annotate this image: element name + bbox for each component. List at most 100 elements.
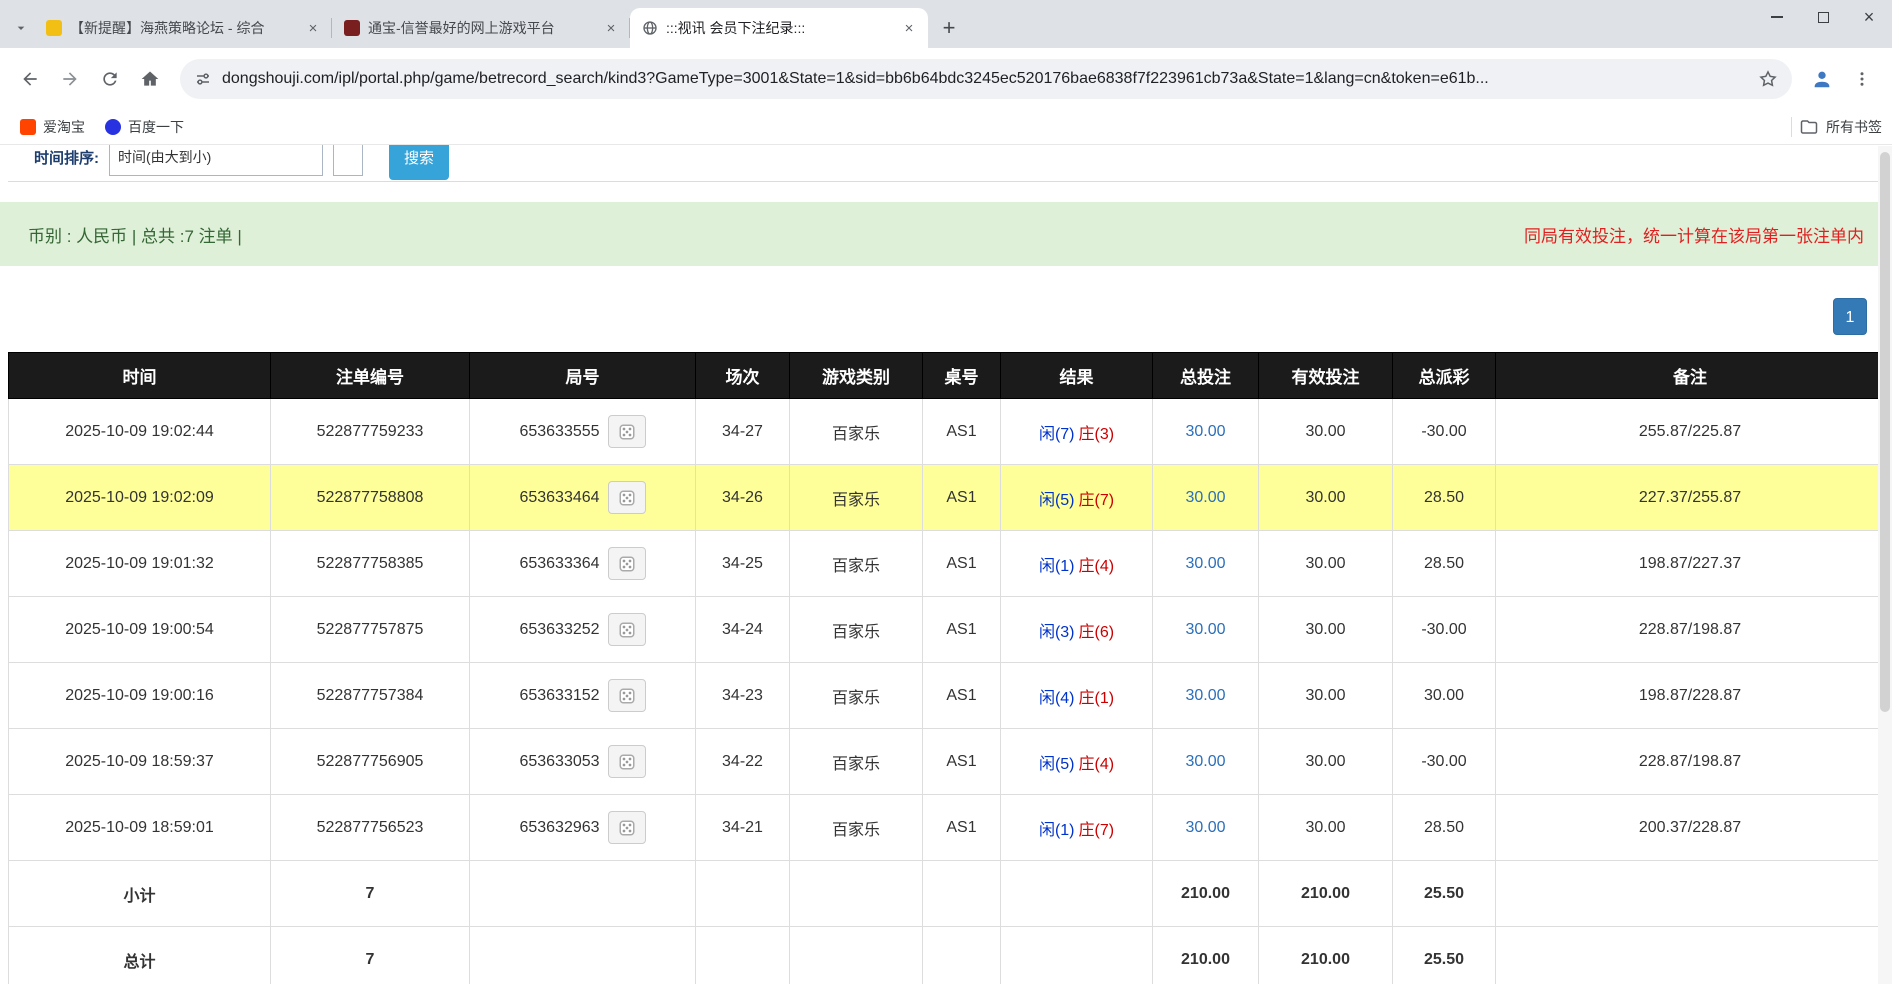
cell-time: 2025-10-09 19:02:44: [9, 399, 271, 465]
game-result-icon[interactable]: [608, 415, 646, 448]
pagination: 1: [0, 298, 1892, 336]
bookmark-star-icon[interactable]: [1758, 69, 1778, 89]
total-bet-link[interactable]: 30.00: [1185, 819, 1225, 836]
col-result: 结果: [1001, 353, 1153, 399]
summary-bar: 币别 : 人民币 | 总共 :7 注单 | 同局有效投注，统一计算在该局第一张注…: [0, 202, 1892, 266]
col-time: 时间: [9, 353, 271, 399]
site-info-icon[interactable]: [194, 70, 212, 88]
minimize-icon[interactable]: [1754, 0, 1800, 34]
col-game-type: 游戏类别: [790, 353, 923, 399]
reload-icon[interactable]: [90, 59, 130, 99]
new-tab-button[interactable]: +: [934, 13, 964, 43]
cell-total-bet: 30.00: [1153, 597, 1259, 663]
cell-table-no: AS1: [923, 795, 1001, 861]
col-payout: 总派彩: [1393, 353, 1496, 399]
table-row: 2025-10-09 18:59:01 522877756523 6536329…: [9, 795, 1885, 861]
page-1-button[interactable]: 1: [1833, 298, 1867, 335]
cell-note: 200.37/228.87: [1496, 795, 1885, 861]
bookmarks-divider: [1791, 117, 1792, 137]
all-bookmarks[interactable]: 所有书签: [1791, 117, 1882, 137]
subtotal-count: 7: [271, 861, 470, 927]
scrollbar-thumb[interactable]: [1880, 152, 1890, 712]
cell-game-type: 百家乐: [790, 663, 923, 729]
tab-bet-records[interactable]: :::视讯 会员下注纪录::: ×: [630, 8, 928, 48]
total-bet-link[interactable]: 30.00: [1185, 621, 1225, 638]
search-button[interactable]: 搜索: [389, 145, 449, 180]
cell-table-no: AS1: [923, 663, 1001, 729]
tab-tongbao[interactable]: 通宝-信誉最好的网上游戏平台 ×: [332, 8, 630, 48]
tab-close-icon[interactable]: ×: [900, 19, 918, 37]
table-row: 2025-10-09 19:00:16 522877757384 6536331…: [9, 663, 1885, 729]
cell-bet-id: 522877758385: [271, 531, 470, 597]
cell-round-id: 653633364: [470, 531, 696, 597]
forward-icon[interactable]: [50, 59, 90, 99]
profile-icon[interactable]: [1802, 59, 1842, 99]
cell-result: 闲(5)庄(4): [1001, 729, 1153, 795]
total-count: 7: [271, 927, 470, 984]
cell-round-id: 653633555: [470, 399, 696, 465]
cell-session: 34-23: [696, 663, 790, 729]
cell-note: 228.87/198.87: [1496, 597, 1885, 663]
col-session: 场次: [696, 353, 790, 399]
all-bookmarks-label: 所有书签: [1826, 117, 1882, 137]
cell-note: 198.87/227.37: [1496, 531, 1885, 597]
cell-table-no: AS1: [923, 531, 1001, 597]
game-result-icon[interactable]: [608, 745, 646, 778]
game-result-icon[interactable]: [608, 481, 646, 514]
tab-forum[interactable]: 【新提醒】海燕策略论坛 - 综合 ×: [34, 8, 332, 48]
cell-total-bet: 30.00: [1153, 795, 1259, 861]
page-scrollbar[interactable]: [1878, 146, 1892, 984]
total-bet-link[interactable]: 30.00: [1185, 423, 1225, 440]
total-bet-link[interactable]: 30.00: [1185, 555, 1225, 572]
table-row: 2025-10-09 19:02:44 522877759233 6536335…: [9, 399, 1885, 465]
maximize-icon[interactable]: [1800, 0, 1846, 34]
forum-favicon-icon: [46, 20, 62, 36]
cell-session: 34-25: [696, 531, 790, 597]
summary-notice: 同局有效投注，统一计算在该局第一张注单内: [1524, 222, 1864, 247]
cell-time: 2025-10-09 18:59:01: [9, 795, 271, 861]
tab-close-icon[interactable]: ×: [602, 19, 620, 37]
cell-valid-bet: 30.00: [1259, 795, 1393, 861]
game-result-icon[interactable]: [608, 679, 646, 712]
cell-result: 闲(3)庄(6): [1001, 597, 1153, 663]
tab-search-icon[interactable]: [8, 8, 34, 48]
table-row: 2025-10-09 19:02:09 522877758808 6536334…: [9, 465, 1885, 531]
cell-total-bet: 30.00: [1153, 729, 1259, 795]
url-text[interactable]: dongshouji.com/ipl/portal.php/game/betre…: [222, 70, 1748, 88]
total-bet-link[interactable]: 30.00: [1185, 489, 1225, 506]
filter-select[interactable]: [333, 145, 363, 176]
url-bar[interactable]: dongshouji.com/ipl/portal.php/game/betre…: [180, 59, 1792, 99]
cell-valid-bet: 30.00: [1259, 729, 1393, 795]
close-window-icon[interactable]: ×: [1846, 0, 1892, 34]
globe-favicon-icon: [642, 20, 658, 36]
total-bet-link[interactable]: 30.00: [1185, 753, 1225, 770]
search-filter-row: 时间排序: 搜索: [8, 145, 1884, 182]
cell-payout: 28.50: [1393, 531, 1496, 597]
total-row: 总计 7 210.00 210.00 25.50: [9, 927, 1885, 984]
game-result-icon[interactable]: [608, 811, 646, 844]
menu-icon[interactable]: [1842, 59, 1882, 99]
cell-note: 255.87/225.87: [1496, 399, 1885, 465]
cell-game-type: 百家乐: [790, 531, 923, 597]
total-bet-link[interactable]: 30.00: [1185, 687, 1225, 704]
bookmark-baidu[interactable]: 百度一下: [95, 113, 194, 141]
bookmark-taobao[interactable]: 爱淘宝: [10, 113, 95, 141]
taobao-favicon-icon: [20, 119, 36, 135]
cell-session: 34-26: [696, 465, 790, 531]
browser-toolbar: dongshouji.com/ipl/portal.php/game/betre…: [0, 48, 1892, 110]
bet-records-page: 时间排序: 搜索 币别 : 人民币 | 总共 :7 注单 | 同局有效投注，统一…: [0, 145, 1892, 984]
cell-table-no: AS1: [923, 399, 1001, 465]
game-result-icon[interactable]: [608, 547, 646, 580]
bookmarks-bar: 爱淘宝 百度一下 所有书签: [0, 110, 1892, 145]
col-valid-bet: 有效投注: [1259, 353, 1393, 399]
cell-round-id: 653633152: [470, 663, 696, 729]
cell-game-type: 百家乐: [790, 465, 923, 531]
tab-close-icon[interactable]: ×: [304, 19, 322, 37]
sort-order-input[interactable]: [109, 145, 323, 176]
bet-table-body: 2025-10-09 19:02:44 522877759233 6536335…: [9, 399, 1885, 861]
bookmark-label: 爱淘宝: [43, 117, 85, 137]
game-result-icon[interactable]: [608, 613, 646, 646]
home-icon[interactable]: [130, 59, 170, 99]
cell-valid-bet: 30.00: [1259, 663, 1393, 729]
back-icon[interactable]: [10, 59, 50, 99]
